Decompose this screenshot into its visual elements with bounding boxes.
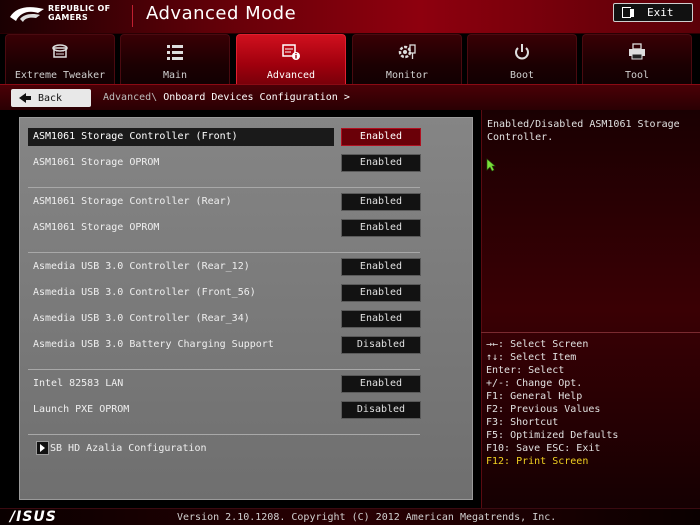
back-arrow-icon <box>19 93 31 103</box>
group-divider <box>28 369 420 370</box>
key-hint: F1: General Help <box>486 391 583 402</box>
key-legend: →←: Select Screen ↑↓: Select Item Enter:… <box>486 338 618 468</box>
key-hint: →←: Select Screen <box>486 339 589 350</box>
setting-row-asm1061-oprom-front[interactable]: ASM1061 Storage OPROM Enabled <box>28 154 472 172</box>
advanced-info-icon <box>282 44 300 60</box>
group-divider <box>28 252 420 253</box>
key-hint: F5: Optimized Defaults <box>486 430 619 441</box>
exit-label: Exit <box>647 6 674 19</box>
tab-main[interactable]: Main <box>120 34 230 84</box>
tab-boot[interactable]: Boot <box>467 34 577 84</box>
submenu-label: SB HD Azalia Configuration <box>50 443 207 454</box>
setting-row-usb3-front56[interactable]: Asmedia USB 3.0 Controller (Front_56) En… <box>28 284 472 302</box>
title-bar: REPUBLIC OF GAMERS Advanced Mode Exit <box>0 0 700 34</box>
setting-label: ASM1061 Storage Controller (Rear) <box>33 196 232 207</box>
version-text: Version 2.10.1208. Copyright (C) 2012 Am… <box>177 512 557 523</box>
tab-extreme-tweaker[interactable]: Extreme Tweaker <box>5 34 115 84</box>
setting-label: Intel 82583 LAN <box>33 378 124 389</box>
setting-row-intel-lan[interactable]: Intel 82583 LAN Enabled <box>28 375 472 393</box>
tab-label: Extreme Tweaker <box>14 70 106 81</box>
group-divider <box>28 434 420 435</box>
key-hint: F10: Save ESC: Exit <box>486 443 601 454</box>
header-divider <box>132 5 133 27</box>
tab-label: Boot <box>509 70 535 81</box>
tab-label: Tool <box>624 70 650 81</box>
tab-advanced[interactable]: Advanced <box>236 34 346 84</box>
group-divider <box>28 187 420 188</box>
setting-label: Asmedia USB 3.0 Controller (Rear_34) <box>33 313 250 324</box>
setting-label: ASM1061 Storage OPROM <box>33 157 160 168</box>
setting-row-asm1061-oprom-rear[interactable]: ASM1061 Storage OPROM Enabled <box>28 219 472 237</box>
setting-row-usb3-rear34[interactable]: Asmedia USB 3.0 Controller (Rear_34) Ena… <box>28 310 472 328</box>
page-title: Advanced Mode <box>146 3 297 24</box>
key-hint: Enter: Select <box>486 365 565 376</box>
breadcrumb-bar: Back Advanced\ Onboard Devices Configura… <box>0 84 700 110</box>
settings-panel: ASM1061 Storage Controller (Front) Enabl… <box>19 117 473 500</box>
breadcrumb-parent[interactable]: Advanced <box>103 92 151 103</box>
key-hint: F2: Previous Values <box>486 404 601 415</box>
tab-tool[interactable]: Tool <box>582 34 692 84</box>
setting-label: Asmedia USB 3.0 Controller (Rear_12) <box>33 261 250 272</box>
tab-label: Monitor <box>385 70 429 81</box>
setting-value-button[interactable]: Enabled <box>341 193 421 211</box>
tweaker-icon <box>52 44 68 58</box>
mouse-cursor-icon <box>486 158 496 172</box>
exit-button[interactable]: Exit <box>613 3 693 22</box>
asus-logo: /ISUS <box>10 509 57 525</box>
exit-door-icon <box>622 7 634 18</box>
list-icon <box>167 45 183 60</box>
key-hint: F3: Shortcut <box>486 417 559 428</box>
tab-label: Main <box>162 70 188 81</box>
brand-line-2: GAMERS <box>48 13 88 22</box>
setting-value-button[interactable]: Enabled <box>341 310 421 328</box>
breadcrumb-current: Onboard Devices Configuration <box>157 92 338 103</box>
printer-tool-icon <box>629 43 645 60</box>
setting-value-button[interactable]: Enabled <box>341 219 421 237</box>
setting-row-usb3-rear12[interactable]: Asmedia USB 3.0 Controller (Rear_12) Ena… <box>28 258 472 276</box>
monitor-gear-icon <box>398 44 416 59</box>
help-description: Enabled/Disabled ASM1061 Storage Control… <box>487 119 680 143</box>
main-tabs: Extreme Tweaker Main Advanced Monitor Bo… <box>0 34 700 84</box>
setting-row-asm1061-front[interactable]: ASM1061 Storage Controller (Front) Enabl… <box>28 128 472 146</box>
rog-logo-icon <box>10 7 44 22</box>
setting-row-pxe-oprom[interactable]: Launch PXE OPROM Disabled <box>28 401 472 419</box>
key-hint: ↑↓: Select Item <box>486 352 577 363</box>
back-label: Back <box>38 92 63 104</box>
setting-value-button[interactable]: Enabled <box>341 284 421 302</box>
tab-monitor[interactable]: Monitor <box>352 34 462 84</box>
setting-row-asm1061-rear[interactable]: ASM1061 Storage Controller (Rear) Enable… <box>28 193 472 211</box>
setting-value-button[interactable]: Enabled <box>341 375 421 393</box>
key-hint-print-screen: F12: Print Screen <box>486 456 589 467</box>
back-button[interactable]: Back <box>11 89 91 107</box>
setting-label: Asmedia USB 3.0 Controller (Front_56) <box>33 287 256 298</box>
setting-value-button[interactable]: Enabled <box>341 154 421 172</box>
tab-label: Advanced <box>266 70 316 81</box>
rog-brand: REPUBLIC OF GAMERS <box>48 4 110 22</box>
setting-value-button[interactable]: Disabled <box>341 401 421 419</box>
submenu-azalia[interactable]: SB HD Azalia Configuration <box>28 440 472 458</box>
help-divider <box>481 332 700 333</box>
breadcrumb-chevron: > <box>343 92 350 103</box>
footer: /ISUS Version 2.10.1208. Copyright (C) 2… <box>0 508 700 525</box>
setting-row-usb3-battery-charging[interactable]: Asmedia USB 3.0 Battery Charging Support… <box>28 336 472 354</box>
setting-value-button[interactable]: Enabled <box>341 128 421 146</box>
setting-label: Asmedia USB 3.0 Battery Charging Support <box>33 339 274 350</box>
brand-line-1: REPUBLIC OF <box>48 4 111 13</box>
setting-value-button[interactable]: Enabled <box>341 258 421 276</box>
setting-label: Launch PXE OPROM <box>33 404 130 415</box>
setting-label: ASM1061 Storage OPROM <box>33 222 160 233</box>
setting-label: ASM1061 Storage Controller (Front) <box>33 131 238 142</box>
power-icon <box>515 44 529 60</box>
key-hint: +/-: Change Opt. <box>486 378 583 389</box>
breadcrumb: Advanced\ Onboard Devices Configuration … <box>103 92 350 103</box>
setting-value-button[interactable]: Disabled <box>341 336 421 354</box>
submenu-arrow-icon <box>36 441 49 455</box>
